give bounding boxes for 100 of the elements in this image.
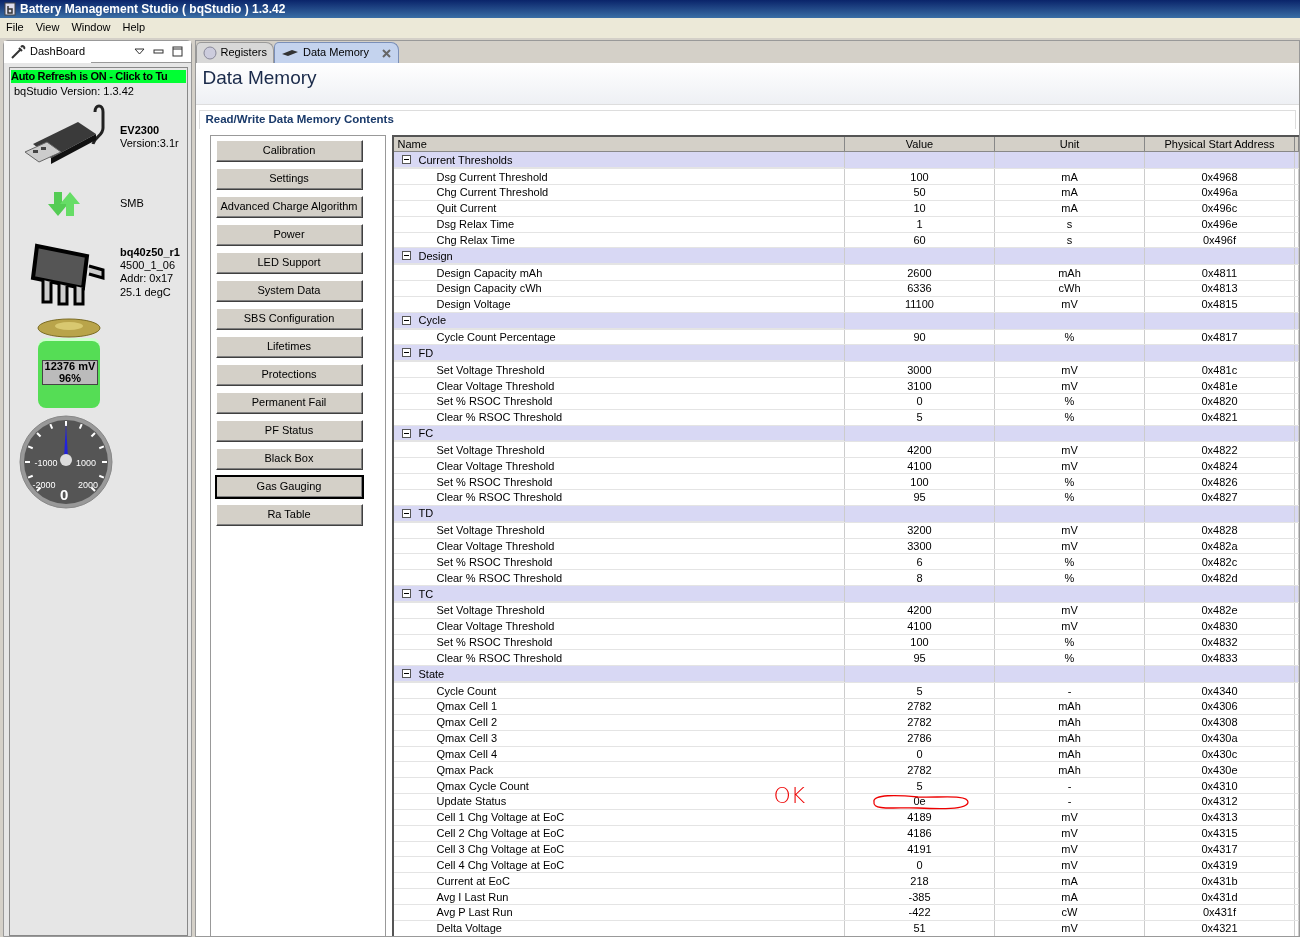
category-button[interactable]: System Data	[215, 279, 363, 302]
editor-tab[interactable]: Registers	[195, 42, 274, 63]
device-info: 25.1 degC	[120, 285, 172, 299]
collapse-icon[interactable]	[401, 508, 411, 518]
column-header[interactable]: Physical Start Address	[1144, 136, 1295, 152]
editor-tab[interactable]: Data Memory	[273, 42, 399, 63]
table-cell: %	[994, 393, 1145, 410]
table-cell: mV	[994, 618, 1145, 635]
table-cell: 95	[844, 489, 995, 506]
table-cell: 0x430a	[1144, 730, 1295, 746]
parameter-name: Design Voltage	[393, 296, 845, 313]
table-cell: 10	[844, 200, 995, 217]
table-cell: mV	[994, 442, 1145, 458]
category-button[interactable]: LED Support	[215, 251, 363, 274]
auto-refresh-toggle[interactable]: Auto Refresh is ON - Click to Tu	[11, 70, 186, 84]
column-header[interactable]: Value	[844, 136, 995, 152]
table-cell: 4100	[844, 618, 995, 635]
category-button[interactable]: Advanced Charge Algorithm	[215, 195, 363, 218]
menu-item[interactable]: File	[0, 21, 30, 35]
group-label[interactable]: FD	[418, 345, 434, 360]
category-button[interactable]: Black Box	[215, 447, 363, 470]
collapse-icon[interactable]	[401, 428, 411, 438]
group-label[interactable]: State	[418, 666, 445, 681]
table-cell: 0x431f	[1144, 904, 1295, 921]
collapse-icon[interactable]	[401, 348, 411, 358]
category-button[interactable]: Gas Gauging	[215, 475, 363, 498]
table-cell: 3300	[844, 538, 995, 554]
collapse-icon[interactable]	[401, 315, 411, 325]
table-cell: 0x496a	[1144, 184, 1295, 201]
parameter-name: Set Voltage Threshold	[393, 602, 845, 619]
table-cell: 3000	[844, 361, 995, 378]
menu-item[interactable]: View	[29, 21, 66, 35]
table-cell: cW	[994, 904, 1145, 921]
category-button[interactable]: SBS Configuration	[215, 307, 363, 330]
category-button[interactable]: Power	[215, 223, 363, 246]
table-cell: 0x4832	[1144, 634, 1295, 650]
group-label[interactable]: FC	[418, 426, 434, 441]
table-cell: 0x481c	[1144, 361, 1295, 378]
table-cell: 0x431b	[1144, 872, 1295, 889]
parameter-name: Design Capacity mAh	[393, 264, 845, 281]
close-icon[interactable]	[381, 47, 392, 59]
table-cell: 0x4833	[1144, 649, 1295, 666]
table-cell: mV	[994, 538, 1145, 554]
column-header[interactable]: Name	[393, 136, 845, 152]
category-button[interactable]: Settings	[215, 167, 363, 190]
table-cell: -385	[844, 888, 995, 905]
table-cell: 11100	[844, 296, 995, 313]
table-cell: mV	[994, 602, 1145, 619]
table-cell: 0x4826	[1144, 473, 1295, 490]
table-cell: 0	[844, 393, 995, 410]
parameter-name: Set Voltage Threshold	[393, 522, 845, 539]
table-cell: 3200	[844, 522, 995, 539]
column-header[interactable]: Unit	[994, 136, 1145, 152]
battery-cap-icon	[36, 318, 102, 339]
parameter-name: Clear Voltage Threshold	[393, 457, 845, 474]
parameter-name: Cycle Count	[393, 682, 845, 699]
adapter-version: Version:3.1r	[120, 137, 179, 151]
table-cell: 0x4817	[1144, 329, 1295, 345]
parameter-name: Set Voltage Threshold	[393, 442, 845, 458]
table-cell: %	[994, 409, 1145, 426]
table-cell: s	[994, 216, 1145, 232]
group-label[interactable]: Cycle	[418, 313, 446, 328]
category-button[interactable]: PF Status	[215, 419, 363, 442]
table-cell: mAh	[994, 746, 1145, 762]
menu-item[interactable]: Window	[65, 21, 117, 35]
gauge-label: -1000	[34, 458, 58, 469]
category-button[interactable]: Protections	[215, 363, 363, 386]
gauge-label: 2000	[78, 480, 98, 491]
table-cell: -	[994, 793, 1145, 810]
table-cell: mV	[994, 841, 1145, 857]
gauge-label: -2000	[32, 480, 56, 491]
category-button[interactable]: Permanent Fail	[215, 391, 363, 414]
table-cell: 4191	[844, 841, 995, 857]
table-cell: 4189	[844, 809, 995, 826]
table-cell: s	[994, 232, 1145, 248]
collapse-icon[interactable]	[401, 589, 411, 598]
table-cell: -422	[844, 904, 995, 921]
parameter-name: Set % RSOC Threshold	[393, 393, 845, 410]
table-cell: 2600	[844, 264, 995, 281]
table-cell: 2782	[844, 714, 995, 731]
collapse-icon[interactable]	[401, 669, 411, 679]
group-label[interactable]: TC	[418, 586, 434, 601]
category-button[interactable]: Ra Table	[215, 503, 363, 526]
parameter-name: Design Capacity cWh	[393, 280, 845, 297]
group-label[interactable]: TD	[418, 506, 434, 521]
parameter-name: Current at EoC	[393, 872, 845, 889]
table-cell: mV	[994, 809, 1145, 826]
table-cell: mV	[994, 522, 1145, 539]
table-cell: 0x4828	[1144, 522, 1295, 539]
menu-item[interactable]: Help	[116, 21, 152, 35]
parameter-name: Cell 4 Chg Voltage at EoC	[393, 856, 845, 873]
device-info: Addr: 0x17	[120, 272, 175, 286]
parameter-name: Qmax Cell 3	[393, 730, 845, 746]
collapse-icon[interactable]	[401, 155, 411, 165]
collapse-icon[interactable]	[401, 251, 411, 261]
group-label[interactable]: Current Thresholds	[418, 152, 513, 167]
table-cell: mV	[994, 825, 1145, 842]
category-button[interactable]: Calibration	[215, 139, 363, 162]
category-button[interactable]: Lifetimes	[215, 335, 363, 358]
group-label[interactable]: Design	[418, 248, 453, 263]
